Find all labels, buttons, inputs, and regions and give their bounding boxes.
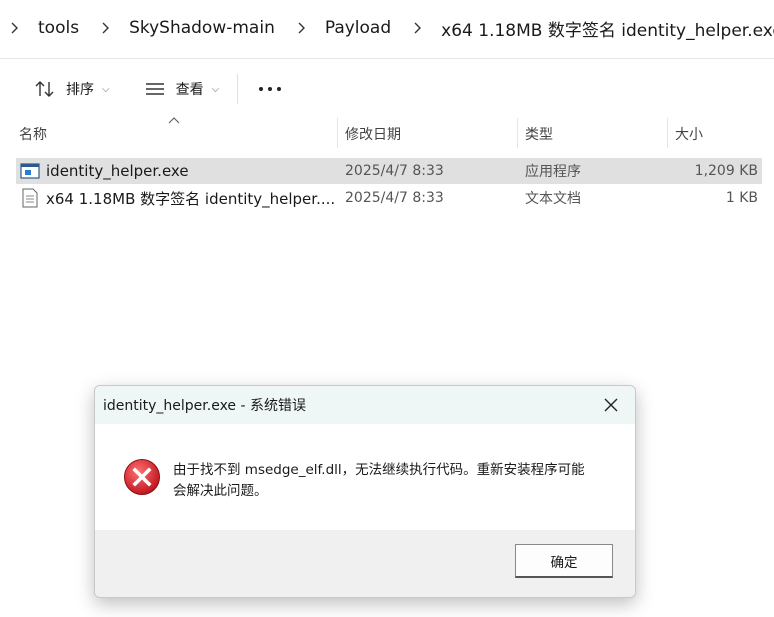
column-name[interactable]: 名称 [19, 118, 337, 150]
column-divider [337, 118, 338, 148]
file-name: identity_helper.exe [46, 162, 189, 180]
column-header: 名称 修改日期 类型 大小 [0, 117, 774, 150]
chevron-right-icon[interactable] [8, 21, 22, 35]
chevron-right-icon[interactable] [411, 21, 425, 35]
file-row[interactable]: x64 1.18MB 数字签名 identity_helper.... 2025… [16, 185, 762, 211]
sort-label: 排序 [66, 82, 94, 98]
breadcrumb-item-skyshadow[interactable]: SkyShadow-main [129, 18, 275, 38]
file-name: x64 1.18MB 数字签名 identity_helper.... [46, 189, 336, 208]
column-modified[interactable]: 修改日期 [345, 118, 517, 150]
dialog-title: identity_helper.exe - 系统错误 [103, 398, 306, 414]
breadcrumb-item-payload[interactable]: Payload [325, 18, 391, 38]
close-icon [604, 398, 618, 412]
dialog-body: 由于找不到 msedge_elf.dll，无法继续执行代码。重新安装程序可能 会… [95, 424, 635, 532]
divider [0, 58, 774, 59]
file-type: 文本文档 [525, 191, 581, 207]
dialog-footer: 确定 [95, 530, 635, 597]
file-modified: 2025/4/7 8:33 [345, 190, 444, 206]
column-size[interactable]: 大小 [675, 118, 765, 150]
file-size: 1 KB [725, 190, 758, 206]
view-list-icon [144, 79, 168, 99]
file-size: 1,209 KB [694, 163, 758, 179]
view-button[interactable]: 查看 ⌵ [128, 69, 228, 109]
dialog-message-line: 会解决此问题。 [173, 483, 268, 499]
close-button[interactable] [597, 392, 625, 418]
chevron-right-icon[interactable] [99, 21, 113, 35]
sort-button[interactable]: 排序 ⌵ [18, 69, 118, 109]
dialog-message-line: 由于找不到 msedge_elf.dll，无法继续执行代码。重新安装程序可能 [173, 462, 585, 478]
file-row[interactable]: identity_helper.exe 2025/4/7 8:33 应用程序 1… [16, 158, 762, 184]
chevron-down-icon: ⌵ [211, 83, 220, 95]
view-label: 查看 [175, 82, 204, 98]
text-file-icon [22, 185, 44, 211]
exe-file-icon [20, 158, 42, 184]
error-icon [123, 458, 161, 496]
error-dialog: identity_helper.exe - 系统错误 由于找不到 msedge_… [94, 385, 636, 598]
breadcrumb-item-tools[interactable]: tools [38, 18, 79, 38]
dialog-title-bar[interactable]: identity_helper.exe - 系统错误 [95, 386, 635, 424]
toolbar-separator [237, 74, 239, 104]
dialog-message: 由于找不到 msedge_elf.dll，无法继续执行代码。重新安装程序可能 会… [173, 460, 613, 502]
sort-icon [34, 79, 58, 99]
chevron-right-icon[interactable] [295, 21, 309, 35]
more-options-button[interactable] [248, 69, 292, 109]
breadcrumb-item-current[interactable]: x64 1.18MB 数字签名 identity_helper.exe [441, 16, 774, 41]
ok-button[interactable]: 确定 [515, 544, 613, 578]
column-divider [667, 118, 668, 148]
toolbar: 排序 ⌵ 查看 ⌵ [18, 66, 292, 112]
more-icon [259, 87, 282, 91]
file-type: 应用程序 [525, 164, 581, 180]
breadcrumb: tools SkyShadow-main Payload x64 1.18MB … [0, 0, 774, 56]
chevron-down-icon: ⌵ [102, 83, 110, 95]
column-divider [517, 118, 518, 148]
file-modified: 2025/4/7 8:33 [345, 163, 444, 179]
column-type[interactable]: 类型 [525, 118, 667, 150]
